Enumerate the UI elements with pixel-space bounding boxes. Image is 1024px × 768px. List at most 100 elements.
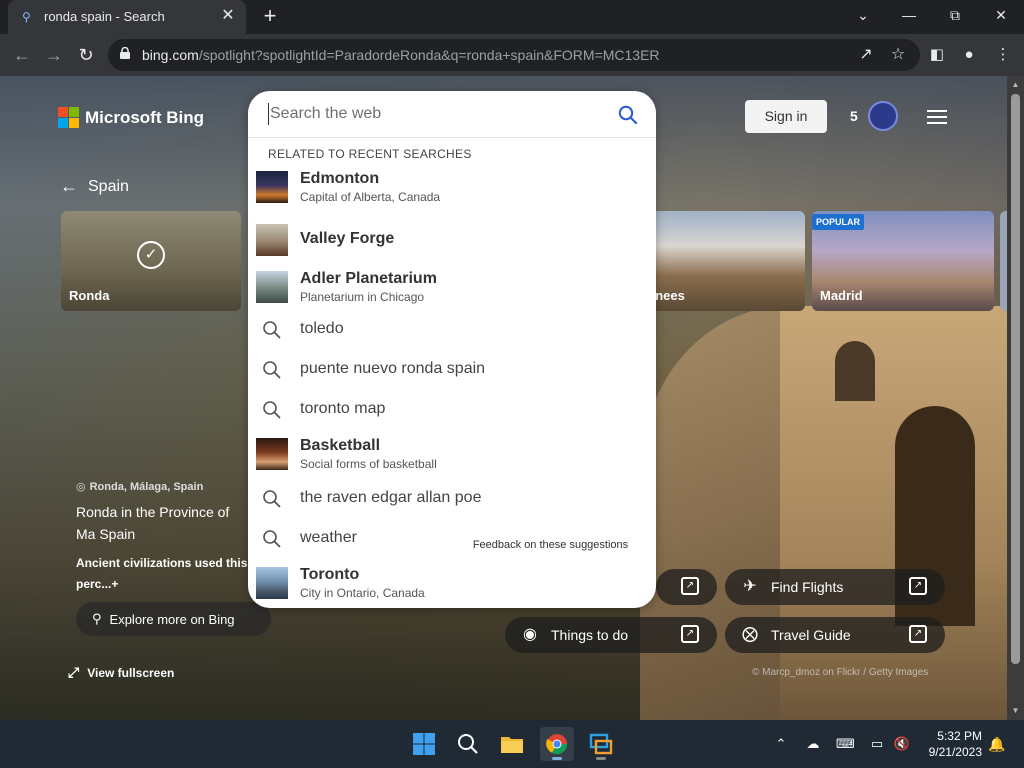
minimize-button[interactable]: — xyxy=(886,0,932,30)
edmonton-thumbnail xyxy=(256,171,288,203)
suggestion-item[interactable]: the raven edgar allan poe xyxy=(248,479,656,519)
search-icon xyxy=(263,490,281,508)
things-to-do-button[interactable]: ◉ Things to do ↗ xyxy=(505,617,717,653)
background-small-arch xyxy=(835,341,875,401)
hamburger-menu-icon[interactable] xyxy=(927,110,947,124)
explore-more-button[interactable]: ⚲ Explore more on Bing xyxy=(76,602,271,636)
suggestion-item[interactable]: toledo xyxy=(248,310,656,350)
tab-title: ronda spain - Search xyxy=(44,9,165,24)
remote-app-button[interactable] xyxy=(584,727,618,761)
system-clock[interactable]: 5:32 PM 9/21/2023 xyxy=(920,728,982,760)
expand-plus-icon[interactable]: + xyxy=(111,577,118,591)
feedback-suggestions-link[interactable]: Feedback on these suggestions xyxy=(461,533,640,558)
suggestion-item[interactable]: toronto map xyxy=(248,390,656,430)
sign-in-button[interactable]: Sign in xyxy=(745,100,827,133)
back-button[interactable]: ← xyxy=(9,42,35,68)
card-label: Madrid xyxy=(820,288,863,303)
suggestion-item[interactable]: Toronto City in Ontario, Canada xyxy=(248,563,656,603)
close-tab-icon[interactable]: ✕ xyxy=(218,6,238,26)
image-credit[interactable]: © Marcp_dmoz on Flickr / Getty Images xyxy=(752,667,928,678)
bing-logo[interactable]: Microsoft Bing xyxy=(58,107,204,128)
external-link-icon: ↗ xyxy=(681,577,699,595)
bing-spotlight-page: Microsoft Bing Sign in 5 ← Spain ✓ Ronda… xyxy=(0,76,1007,720)
virtual-machine-icon xyxy=(589,733,613,755)
search-icon xyxy=(263,401,281,419)
search-box xyxy=(248,91,656,138)
scrollbar-thumb[interactable] xyxy=(1011,94,1020,664)
tab-strip: ⚲ ronda spain - Search ✕ + ⌄ — ⧉ ✕ xyxy=(0,0,1024,34)
start-button[interactable] xyxy=(407,727,441,761)
card-ronda[interactable]: ✓ Ronda xyxy=(61,211,241,311)
card-label: Ronda xyxy=(69,288,110,303)
file-explorer-button[interactable] xyxy=(495,727,529,761)
suggestion-item[interactable]: Edmonton Capital of Alberta, Canada xyxy=(248,167,656,207)
display-icon[interactable]: ▭ xyxy=(868,736,886,752)
tab-search-chevron-icon[interactable]: ⌄ xyxy=(840,0,886,30)
close-window-button[interactable]: ✕ xyxy=(978,0,1024,30)
side-panel-icon[interactable]: ◧ xyxy=(926,44,948,66)
search-icon xyxy=(458,734,478,754)
scroll-up-icon[interactable]: ▲ xyxy=(1011,80,1020,89)
spotlight-headline[interactable]: Ronda in the Province of Ma Spain xyxy=(76,501,251,545)
suggestion-item[interactable]: Adler Planetarium Planetarium in Chicago xyxy=(248,267,656,307)
folder-icon xyxy=(501,737,523,753)
windows-taskbar: ⌃ ☁ ⌨ ▭ 🔇 5:32 PM 9/21/2023 🔔 xyxy=(0,720,1024,768)
search-suggestions-dropdown: RELATED TO RECENT SEARCHES Edmonton Capi… xyxy=(248,91,656,608)
location-pin-icon: ◎ xyxy=(76,481,86,493)
scroll-down-icon[interactable]: ▼ xyxy=(1011,706,1020,715)
card-madrid[interactable]: POPULAR Madrid xyxy=(812,211,994,311)
spotlight-info: ◎ Ronda, Málaga, Spain Ronda in the Prov… xyxy=(76,480,251,595)
search-input[interactable] xyxy=(268,103,608,125)
chrome-taskbar-button[interactable] xyxy=(540,727,574,761)
reload-button[interactable]: ↻ xyxy=(73,42,99,68)
expand-icon: ⤢ xyxy=(68,664,80,680)
bookmark-star-icon[interactable]: ☆ xyxy=(888,45,908,65)
taskbar-search-button[interactable] xyxy=(451,727,485,761)
page-scrollbar[interactable]: ▲ ▼ xyxy=(1007,76,1024,720)
search-icon xyxy=(263,530,281,548)
profile-icon[interactable]: ● xyxy=(958,44,980,66)
travel-guide-button[interactable]: ⨂ Travel Guide ↗ xyxy=(725,617,945,653)
keyboard-icon[interactable]: ⌨ xyxy=(836,736,855,752)
running-indicator xyxy=(596,757,606,760)
search-icon[interactable] xyxy=(618,105,638,125)
arrow-left-icon: ← xyxy=(60,176,78,196)
onedrive-icon[interactable]: ☁ xyxy=(804,736,822,752)
valley-forge-thumbnail xyxy=(256,224,288,256)
menu-kebab-icon[interactable]: ⋮ xyxy=(992,44,1014,66)
active-indicator xyxy=(552,757,562,760)
browser-tab[interactable]: ⚲ ronda spain - Search ✕ xyxy=(8,0,246,34)
rewards-medal-icon[interactable] xyxy=(868,101,898,131)
suggestion-item[interactable]: Basketball Social forms of basketball xyxy=(248,434,656,474)
share-icon[interactable]: ↗ xyxy=(856,45,876,65)
popular-badge: POPULAR xyxy=(812,214,865,230)
windows-logo-icon xyxy=(413,733,435,755)
checkmark-icon: ✓ xyxy=(137,241,165,269)
card-pyrenees[interactable]: enees xyxy=(640,211,805,311)
url-text: bing.com/spotlight?spotlightId=Paradorde… xyxy=(142,47,660,63)
tray-overflow-chevron-icon[interactable]: ⌃ xyxy=(772,736,790,752)
search-icon xyxy=(263,321,281,339)
suggestion-item[interactable]: puente nuevo ronda spain xyxy=(248,350,656,390)
airplane-icon: ✈ xyxy=(743,578,757,595)
view-fullscreen-link[interactable]: ⤢ View fullscreen xyxy=(68,664,174,681)
volume-muted-icon[interactable]: 🔇 xyxy=(893,736,911,752)
new-tab-button[interactable]: + xyxy=(258,4,282,28)
lock-icon xyxy=(120,47,130,59)
restore-button[interactable]: ⧉ xyxy=(932,0,978,30)
find-flights-button[interactable]: ✈ Find Flights ↗ xyxy=(725,569,945,605)
back-to-spain-link[interactable]: ← Spain xyxy=(60,176,129,197)
external-link-icon: ↗ xyxy=(909,625,927,643)
rewards-points[interactable]: 5 xyxy=(850,108,858,124)
notification-bell-icon[interactable]: 🔔 xyxy=(988,736,1005,753)
suggestion-item[interactable]: Valley Forge xyxy=(248,220,656,260)
microsoft-logo-icon xyxy=(58,107,79,128)
spotlight-description: Ancient civilizations used this perc...+ xyxy=(76,556,248,591)
pill-partial-top[interactable]: ↗ xyxy=(656,569,717,605)
related-section-header: RELATED TO RECENT SEARCHES xyxy=(268,147,472,161)
forward-button[interactable]: → xyxy=(41,42,67,68)
address-bar[interactable]: bing.com/spotlight?spotlightId=Paradorde… xyxy=(108,39,920,71)
toronto-thumbnail xyxy=(256,567,288,599)
compass-icon: ⨂ xyxy=(742,626,758,643)
card-next-partial[interactable] xyxy=(1000,211,1007,311)
